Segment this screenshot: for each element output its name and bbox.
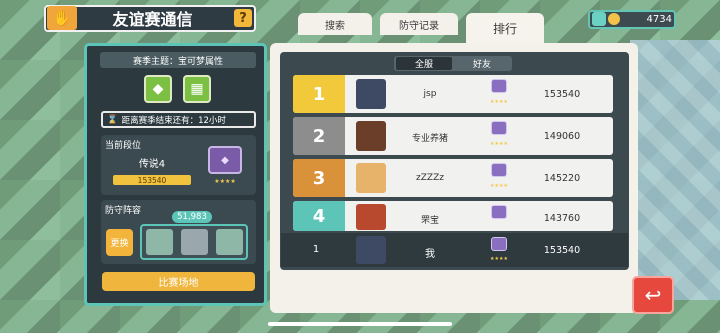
player-score: 149060	[543, 131, 581, 142]
player-name: 专业养猪	[411, 134, 448, 144]
rank-gem-icon	[491, 121, 507, 135]
player-score: 153540	[543, 89, 581, 100]
handshake-icon: ✋	[47, 6, 77, 30]
currency-value: 4734	[646, 14, 672, 25]
rank-gem-icon	[491, 237, 507, 251]
rank-stars: ★★★★	[490, 256, 508, 262]
type-button[interactable]: ◆	[144, 75, 172, 103]
countdown-text: 距离赛季结束还有：12小时	[121, 115, 226, 126]
swap-button[interactable]: 更换	[106, 229, 133, 256]
avatar	[356, 204, 386, 230]
rank-badge: 1	[293, 75, 345, 113]
player-score: 145220	[543, 173, 581, 184]
avatar	[356, 79, 386, 109]
player-name: zZZZz	[416, 173, 444, 183]
player-name: jsp	[423, 89, 437, 99]
team-pokemon-2	[181, 229, 208, 255]
season-theme: 赛季主题：宝可梦属性	[100, 52, 256, 68]
rank-badge: 3	[293, 159, 345, 197]
rank-stars: ★★★★	[490, 141, 508, 147]
rank-badge: 4	[293, 201, 345, 231]
rank-points-bar: 153540	[113, 175, 191, 185]
rank-badge: 2	[293, 117, 345, 155]
back-arrow-icon[interactable]: ↩	[632, 276, 674, 314]
avatar	[356, 121, 386, 151]
self-rank: 1	[312, 244, 320, 255]
current-rank-label: 当前段位	[105, 141, 142, 151]
help-button[interactable]: ?	[234, 9, 252, 27]
rank-stars: ★★★★	[214, 178, 236, 185]
self-avatar	[356, 236, 386, 264]
team-power: 51,983	[172, 211, 212, 223]
rank-gem-icon	[491, 79, 507, 93]
tab-search[interactable]: 搜索	[298, 13, 372, 35]
clock-icon: ⌛	[107, 114, 118, 125]
defense-label: 防守阵容	[105, 206, 142, 216]
home-indicator	[268, 322, 452, 326]
rank-stars: ★★★★	[490, 183, 508, 189]
player-name: 罘宝	[420, 216, 439, 226]
player-score: 143760	[543, 213, 581, 224]
self-score: 153540	[543, 245, 581, 256]
coin-icon	[608, 13, 620, 25]
filter-all[interactable]: 全服	[396, 57, 452, 70]
rank-stars: ★★★★	[490, 99, 508, 105]
self-name: 我	[425, 249, 435, 260]
page-title: 友谊赛通信	[112, 10, 193, 29]
team-pokemon-3	[216, 229, 243, 255]
avatar	[356, 163, 386, 193]
ticket-icon	[592, 12, 606, 26]
season-countdown: ⌛ 距离赛季结束还有：12小时	[101, 111, 256, 128]
team-pokemon-1	[146, 229, 173, 255]
rank-gem-icon	[491, 205, 507, 219]
filter-friends[interactable]: 好友	[454, 57, 510, 70]
reward-button[interactable]: ▦	[183, 75, 211, 103]
tab-defense-record[interactable]: 防守记录	[380, 13, 458, 35]
rank-name: 传说4	[138, 159, 166, 170]
tab-ranking[interactable]: 排行	[466, 13, 544, 43]
rank-gem-icon: ◆	[208, 146, 242, 174]
rank-gem-icon	[491, 163, 507, 177]
background-tiles	[630, 40, 720, 300]
arena-button[interactable]: 比赛场地	[102, 272, 255, 291]
